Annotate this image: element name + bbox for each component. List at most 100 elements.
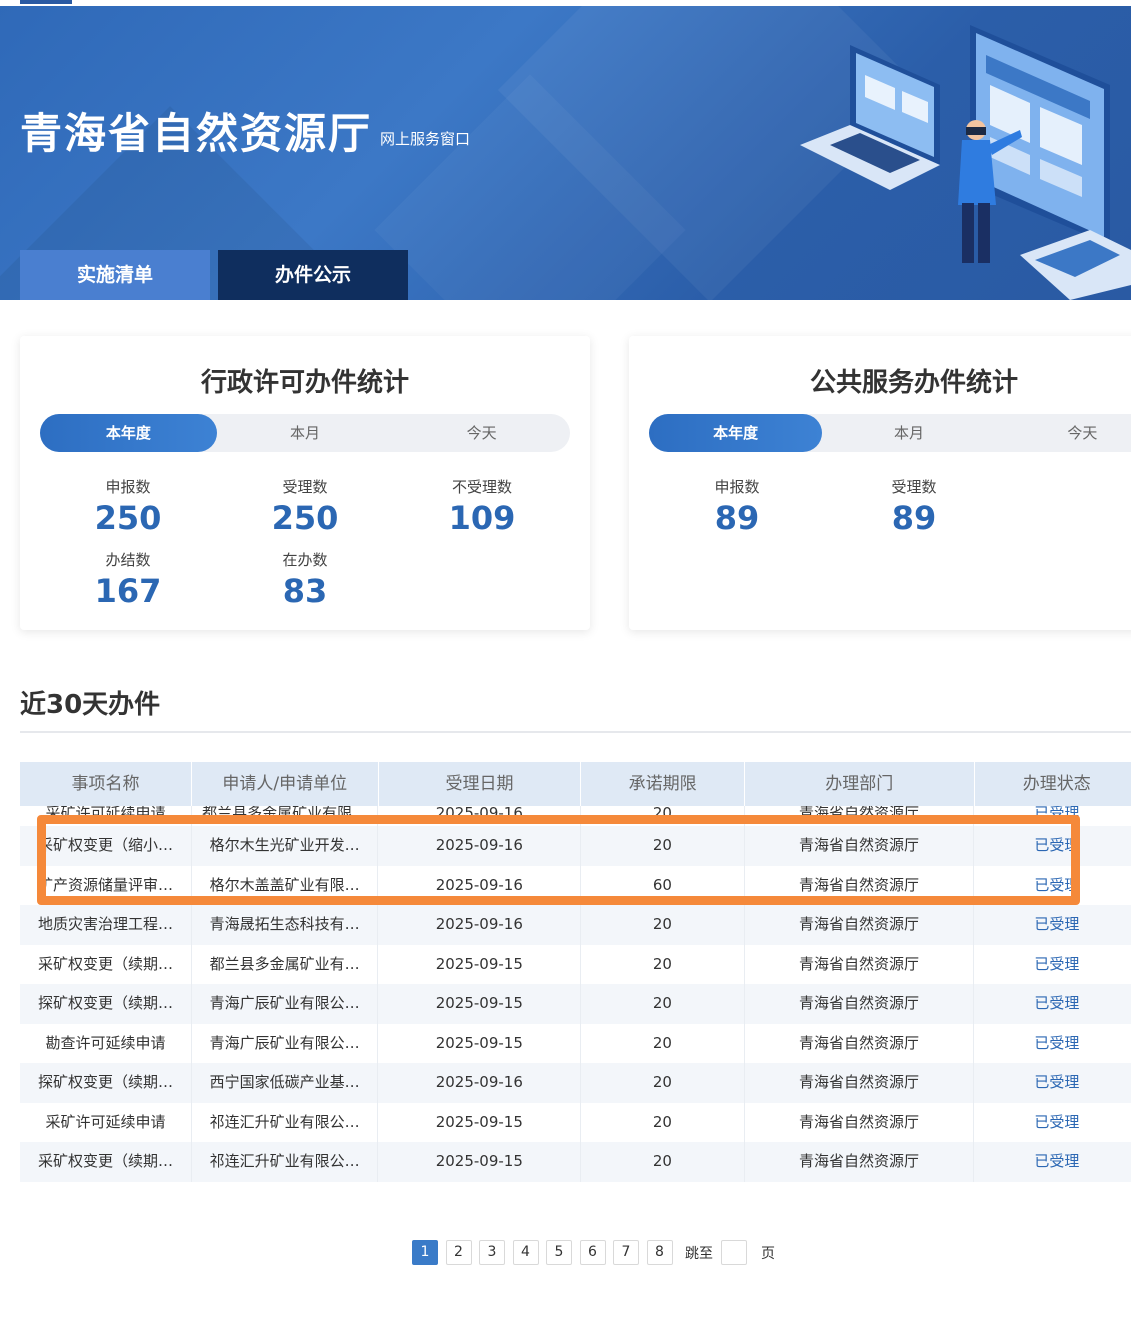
table-row[interactable]: 采矿许可延续申请 都兰县多金属矿业有限… 2025-09-16 20 青海省自然资源厅 已…: [20, 806, 1131, 826]
accept-date-cell: 2025-09-15: [378, 1102, 582, 1142]
item-name-cell: 采矿权变更（续期…: [20, 1142, 192, 1182]
deadline-cell: 20: [581, 1142, 745, 1182]
applicant-cell: 青海广辰矿业有限公…: [192, 1023, 379, 1063]
deadline-cell: 20: [581, 984, 745, 1024]
site-title: 青海省自然资源厅: [20, 109, 373, 158]
section-title: 近30天办件: [20, 690, 161, 720]
status-cell: 已受理: [1034, 806, 1080, 822]
card-title: 行政许可办件统计: [200, 368, 409, 398]
stat-value: 89: [714, 499, 760, 537]
accept-date-cell: 2025-09-16: [378, 826, 582, 866]
status-cell: 已受理: [1034, 875, 1080, 894]
table-row[interactable]: 采矿许可延续申请 祁连汇升矿业有限公… 2025-09-15 20 青海省自然资源厅 已受…: [20, 1102, 1131, 1142]
accept-date-cell: 2025-09-16: [378, 806, 582, 826]
applicant-cell: 祁连汇升矿业有限公…: [192, 1142, 379, 1182]
table-row[interactable]: 矿产资源储量评审… 格尔木盖盖矿业有限… 2025-09-16 60 青海省自然资源厅 已…: [20, 865, 1131, 905]
page-button-2[interactable]: 2: [445, 1240, 472, 1265]
stat-submitted: 申报数 250: [38, 476, 218, 537]
stat-value: 83: [282, 572, 328, 610]
deadline-cell: 20: [581, 1063, 745, 1103]
deadline-cell: 20: [581, 1102, 745, 1142]
deadline-cell: 20: [581, 826, 745, 866]
applicant-cell: 西宁国家低碳产业基…: [192, 1063, 379, 1103]
banner: 青海省自然资源厅 网上服务窗口 实施清单 办件公示: [0, 0, 1131, 300]
column-header: 承诺期限: [581, 762, 745, 806]
stat-label: 在办数: [282, 551, 328, 569]
table-row[interactable]: 勘查许可延续申请 青海广辰矿业有限公… 2025-09-15 20 青海省自然资源厅 已受…: [20, 1023, 1131, 1063]
tab-implementation-list[interactable]: 实施清单: [20, 250, 210, 300]
item-name-cell: 探矿权变更（续期…: [20, 984, 192, 1024]
stat-value: 109: [448, 499, 516, 537]
period-option-month[interactable]: 本月: [822, 414, 995, 452]
page-button-4[interactable]: 4: [512, 1240, 539, 1265]
department-cell: 青海省自然资源厅: [745, 865, 975, 905]
item-name-cell: 采矿许可延续申请: [20, 806, 192, 826]
table-row[interactable]: 采矿权变更（缩小… 格尔木生光矿业开发… 2025-09-16 20 青海省自然资源厅 已…: [20, 826, 1131, 866]
department-cell: 青海省自然资源厅: [745, 806, 975, 826]
item-name-cell: 采矿权变更（续期…: [20, 944, 192, 984]
table-body: 采矿许可延续申请 都兰县多金属矿业有限… 2025-09-16 20 青海省自然资源厅已…: [20, 806, 1131, 1182]
column-header: 办理状态: [1022, 774, 1091, 794]
department-cell: 青海省自然资源厅: [745, 984, 975, 1024]
admin-license-stats-card: 行政许可办件统计 本年度 本月 今天 申报数 250 受理数 250 不受理数 …: [20, 336, 590, 630]
stat-label: 受理数: [282, 478, 328, 496]
table-row[interactable]: 采矿权变更（续期… 祁连汇升矿业有限公… 2025-09-15 20 青海省自然资源厅 已…: [20, 1142, 1131, 1182]
status-cell: 已受理: [1034, 954, 1080, 973]
stat-value: 89: [891, 499, 937, 537]
stat-rejected: 不受理数 109: [392, 476, 572, 537]
accept-date-cell: 2025-09-16: [378, 905, 582, 945]
public-service-stats-card: 公共服务办件统计 本年度 本月 今天 申报数 89 受理数 89: [629, 336, 1131, 630]
status-cell: 已受理: [1034, 994, 1080, 1012]
deadline-cell: 20: [581, 1023, 745, 1063]
table-row[interactable]: 地质灾害治理工程… 青海晟拓生态科技有… 2025-09-16 20 青海省自然资源厅 已…: [20, 905, 1131, 945]
applicant-cell: 格尔木盖盖矿业有限…: [192, 865, 379, 905]
period-option-year[interactable]: 本年度: [649, 414, 823, 452]
stat-accepted: 受理数 250: [215, 476, 395, 537]
period-option-month[interactable]: 本月: [217, 414, 394, 452]
table-header: 事项名称 申请人/申请单位 受理日期 承诺期限 办理部门 办理状态: [20, 762, 1131, 806]
computer-illustration-icon: [800, 25, 1131, 300]
applicant-cell: 都兰县多金属矿业有限…: [192, 806, 379, 826]
table-row[interactable]: 探矿权变更（续期… 青海广辰矿业有限公… 2025-09-15 20 青海省自然资源厅 已…: [20, 984, 1131, 1024]
deadline-cell: 20: [581, 944, 745, 984]
stat-in-progress: 在办数 83: [215, 549, 395, 610]
table-row[interactable]: 探矿权变更（续期… 西宁国家低碳产业基… 2025-09-16 20 青海省自然资源厅 已…: [20, 1063, 1131, 1103]
banner-top-strip: [0, 0, 1131, 6]
banner-tabs: 实施清单 办件公示: [20, 250, 408, 300]
applicant-cell: 格尔木生光矿业开发…: [192, 826, 379, 866]
status-cell: 已受理: [1034, 1112, 1080, 1131]
period-switch: 本年度 本月 今天: [40, 414, 570, 452]
period-option-today[interactable]: 今天: [996, 414, 1131, 452]
page-button-5[interactable]: 5: [546, 1240, 572, 1265]
stat-label: 申报数: [105, 478, 151, 496]
status-cell: 已受理: [1034, 915, 1080, 933]
stat-label: 受理数: [891, 478, 937, 496]
accept-date-cell: 2025-09-15: [378, 1023, 582, 1063]
period-option-today[interactable]: 今天: [393, 414, 570, 452]
deadline-cell: 60: [581, 865, 745, 905]
page-button-3[interactable]: 3: [479, 1240, 505, 1265]
page-list: 12345678: [412, 1240, 680, 1265]
item-name-cell: 采矿权变更（缩小…: [20, 826, 192, 866]
tab-case-publicity[interactable]: 办件公示: [218, 250, 408, 300]
banner-top-accent: [20, 0, 72, 4]
page-button-6[interactable]: 6: [579, 1240, 606, 1265]
period-option-year[interactable]: 本年度: [40, 414, 217, 452]
card-title: 公共服务办件统计: [809, 368, 1018, 398]
stat-label: 申报数: [714, 478, 760, 496]
page-button-8[interactable]: 8: [646, 1240, 673, 1265]
item-name-cell: 矿产资源储量评审…: [20, 865, 192, 905]
jump-label: 跳至: [685, 1245, 713, 1262]
stat-label: 办结数: [105, 551, 151, 569]
applicant-cell: 青海晟拓生态科技有…: [192, 905, 379, 945]
column-header: 事项名称: [20, 762, 193, 806]
accept-date-cell: 2025-09-16: [378, 1063, 582, 1103]
table-row[interactable]: 采矿权变更（续期… 都兰县多金属矿业有… 2025-09-15 20 青海省自然资源厅 已…: [20, 944, 1131, 984]
stat-completed: 办结数 167: [38, 549, 218, 610]
page-button-1[interactable]: 1: [412, 1240, 438, 1265]
stat-value: 250: [271, 499, 339, 537]
page-button-7[interactable]: 7: [613, 1240, 639, 1265]
column-header: 办理部门: [745, 762, 975, 806]
jump-page-input[interactable]: [721, 1240, 747, 1265]
applicant-cell: 青海广辰矿业有限公…: [192, 984, 379, 1024]
